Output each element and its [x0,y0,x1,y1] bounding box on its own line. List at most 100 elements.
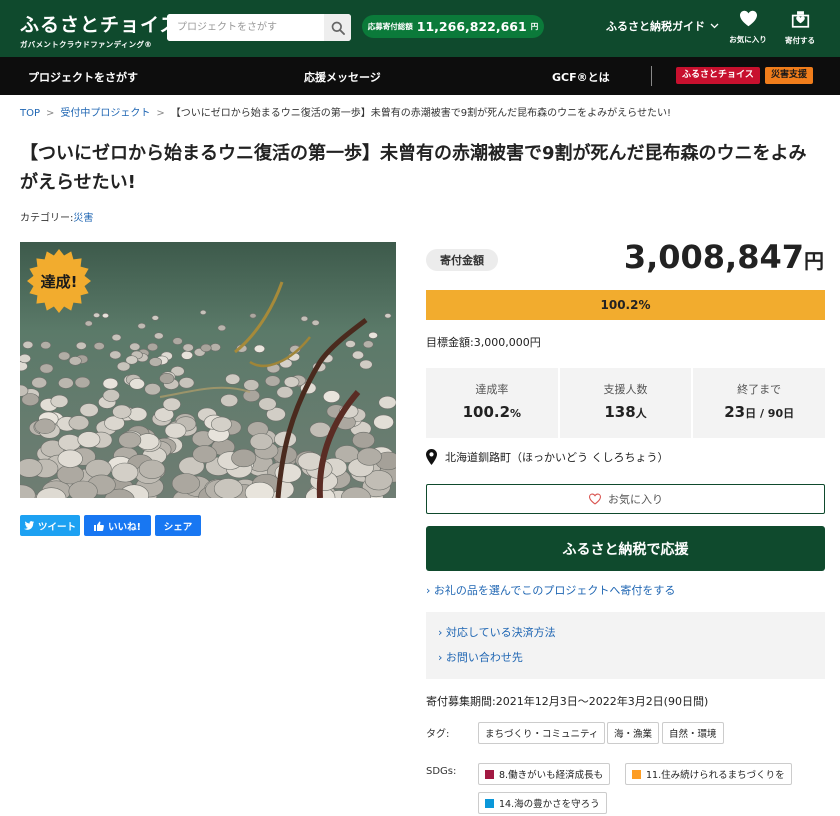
contact-link[interactable]: › お問い合わせ先 [438,649,825,674]
urchin-shell [220,394,239,408]
sdg-item-label: 11.住み続けられるまちづくりを [646,770,785,781]
donation-amount-unit: 円 [804,249,824,273]
urchin-shell [93,342,105,351]
stat-achievement-rate: 達成率 100.2% [426,368,558,438]
stat-slash: / [756,407,768,420]
nav-badge-furusato-choice[interactable]: ふるさとチョイス [676,67,760,84]
stat-value: 138 [604,403,636,421]
breadcrumb-top[interactable]: TOP [20,108,40,119]
stat-value: 100.2 [462,403,511,421]
urchin-shell [368,331,378,339]
urchin-shell [210,416,232,432]
urchin-shell [172,337,183,345]
urchin-shell [102,389,120,402]
urchin-shell [225,373,241,385]
nav-find-projects[interactable]: プロジェクトをさがす [28,69,138,85]
urchin-shell [111,333,122,342]
urchin-shell [178,377,195,389]
stat-label: 終了まで [737,383,782,396]
achieved-badge: 達成! [27,249,91,313]
urchin-shell [276,386,294,399]
facebook-share-button[interactable]: シェア [155,515,201,536]
urchin-shell [323,390,341,403]
urchin-shell [159,373,175,385]
site-logo[interactable]: ふるさとチョイス ガバメントクラウドファンディング® [20,10,179,50]
like-button[interactable]: いいね! [84,515,151,536]
total-donations-unit: 円 [530,22,539,31]
select-gift-link[interactable]: › お礼の品を選んでこのプロジェクトへ寄付をする [426,582,675,598]
urchin-shell [309,422,331,438]
tag-item[interactable]: まちづくり・コミュニティ [478,722,606,744]
category-link[interactable]: 災害 [73,213,93,224]
urchin-shell [34,418,56,434]
urchin-shell [181,350,194,360]
nav-badge-disaster-support[interactable]: 災害支援 [765,67,814,84]
search-box [167,14,351,41]
urchin-shell [378,395,396,410]
search-button[interactable] [324,14,351,41]
furusato-guide-menu[interactable]: ふるさと納税ガイド [606,18,719,34]
tag-item[interactable]: 海・漁業 [607,722,660,744]
urchin-shell [84,320,93,327]
urchin-shell [200,343,212,352]
urchin-shell [171,473,200,494]
urchin-shell [253,344,266,353]
support-with-furusato-tax-button[interactable]: ふるさと納税で応援 [426,526,825,571]
donate-link[interactable]: 寄付する [775,10,825,46]
urchin-shell [162,397,181,412]
favorites-link[interactable]: お気に入り [723,10,773,45]
urchin-shell [39,363,54,374]
donate-box-icon [791,11,809,28]
urchin-shell [93,312,101,318]
urchin-shell [283,376,300,388]
urchin-shell [265,375,281,387]
map-pin-icon [426,449,437,465]
logo-main-text: ふるさとチョイス [20,14,180,36]
donation-amount-label: 寄付金額 [426,249,498,271]
sdg-item[interactable]: 11.住み続けられるまちづくりを [625,763,792,785]
add-favorite-button[interactable]: お気に入り [426,484,825,514]
donation-amount-value: 3,008,847 [623,238,804,276]
urchin-shell [231,448,257,468]
payment-methods-label: 対応している決済方法 [445,626,556,639]
urchin-shell [20,458,43,478]
urchin-shell [258,397,277,411]
nav-divider [651,66,652,86]
urchin-shell [138,459,166,479]
urchin-shell [58,434,82,452]
breadcrumb-active-projects[interactable]: 受付中プロジェクト [60,108,150,119]
tweet-button-label: ツイート [37,521,76,533]
stat-remaining: 終了まで 23日 / 90日 [693,368,826,438]
sdg-item[interactable]: 14.海の豊かさを守ろう [478,792,607,814]
total-donations-label: 応募寄付総額 [367,22,413,31]
page-title: 【ついにゼロから始まるウニ復活の第一歩】未曾有の赤潮被害で9割が死んだ昆布森のウ… [20,143,807,193]
urchin-shell [118,431,142,449]
urchin-shell [31,377,48,389]
urchin-shell [129,342,141,351]
progress-bar: 100.2% [426,290,825,320]
search-icon [331,21,345,35]
urchin-shell [243,379,260,391]
nav-about-gcf[interactable]: GCF®とは [552,69,610,85]
payment-methods-link[interactable]: › 対応している決済方法 [438,624,825,649]
search-input[interactable] [167,14,322,41]
urchin-shell [111,462,139,483]
main-nav: プロジェクトをさがす 応援メッセージ GCF®とは ふるさとチョイス 災害支援 [0,57,840,95]
chevron-right-icon: › [438,626,443,639]
urchin-shell [352,431,375,449]
chevron-right-icon: › [426,584,431,597]
nav-messages[interactable]: 応援メッセージ [304,69,381,85]
urchin-shell [149,357,163,367]
sdg-item-label: 8.働きがいも経済成長も [499,770,604,781]
urchin-shell [213,478,243,498]
urchin-shell [109,350,122,360]
tag-item[interactable]: 自然・環境 [662,722,724,744]
sdg-item[interactable]: 8.働きがいも経済成長も [478,763,611,785]
logo-sub-text: ガバメントクラウドファンディング® [20,40,153,49]
urchin-shell [77,431,101,448]
sdg-item-label: 14.海の豊かさを守ろう [499,799,600,810]
tweet-button[interactable]: ツイート [20,515,80,536]
urchin-shell [384,313,392,319]
progress-bar-text: 100.2% [600,298,651,312]
stat-total-days: 90日 [767,407,795,420]
